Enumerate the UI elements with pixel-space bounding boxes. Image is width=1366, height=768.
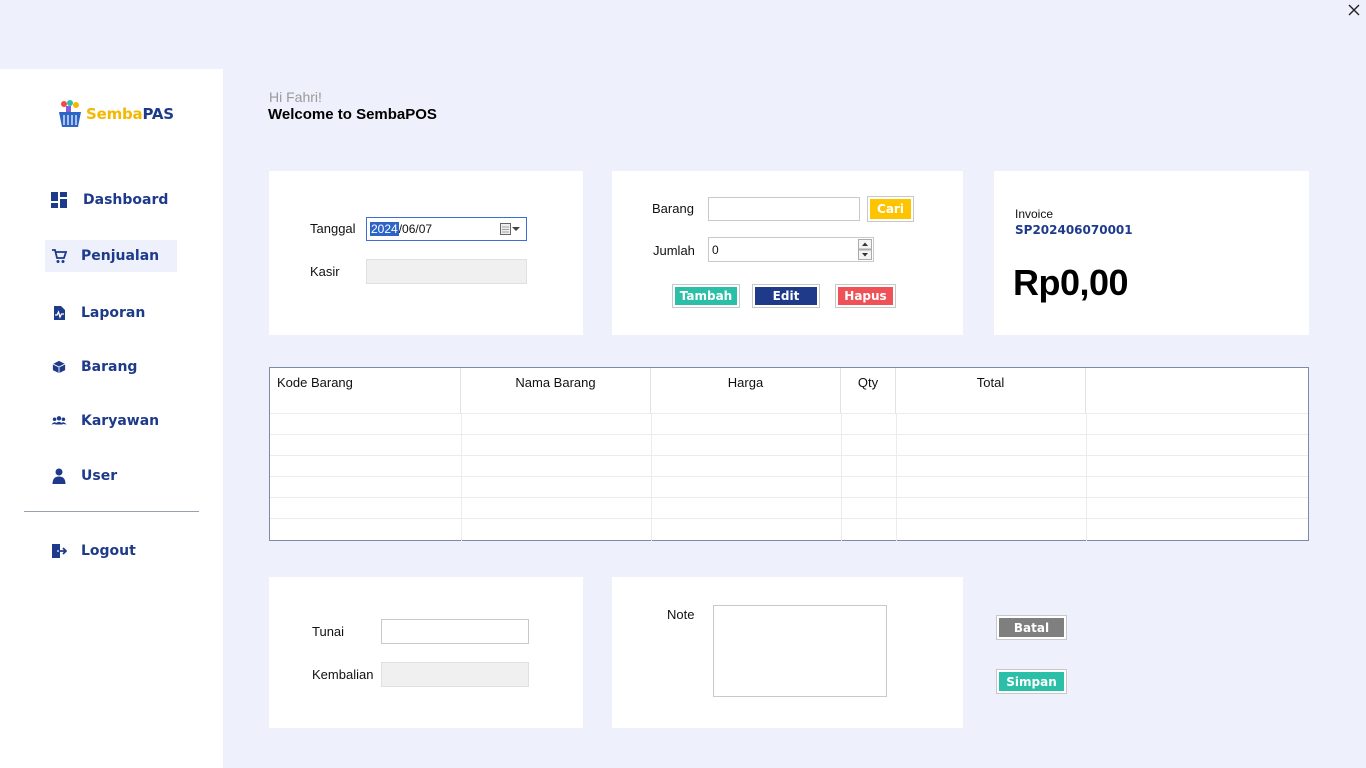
users-icon [51,413,67,429]
greeting-text: Hi Fahri! [269,89,322,105]
sidebar-item-dashboard[interactable]: Dashboard [45,184,177,216]
column-header-total[interactable]: Total [896,368,1086,413]
user-icon [51,468,67,484]
tanggal-rest: /06/07 [398,222,433,236]
barang-input[interactable] [708,197,860,221]
column-header-qty[interactable]: Qty [841,368,896,413]
tanggal-date-picker[interactable]: 2024/06/07 [366,217,527,241]
sidebar-item-karyawan[interactable]: Karyawan [45,405,177,437]
sidebar-item-label: Penjualan [81,248,160,264]
kasir-label: Kasir [310,264,340,279]
sidebar-item-user[interactable]: User [45,460,177,492]
grand-total: Rp0,00 [1013,262,1129,303]
sidebar-item-laporan[interactable]: Laporan [45,297,177,329]
report-icon [51,305,67,321]
tanggal-year-selected: 2024 [370,222,399,236]
edit-button-label: Edit [755,287,817,305]
column-divider [841,413,842,541]
box-icon [51,359,67,375]
page-title: Welcome to SembaPOS [268,106,437,123]
kembalian-field [381,662,529,687]
cari-button[interactable]: Cari [867,196,914,222]
dashboard-icon [51,192,67,208]
close-window-icon[interactable] [1346,2,1362,18]
table-row [270,455,1308,456]
spinner-arrows-icon[interactable] [858,239,872,260]
batal-button[interactable]: Batal [996,615,1067,640]
kembalian-label: Kembalian [312,667,374,682]
table-row [270,518,1308,519]
column-header-extra [1086,368,1308,413]
simpan-button-label: Simpan [999,672,1064,691]
column-header-nama-barang[interactable]: Nama Barang [461,368,651,413]
column-divider [896,413,897,541]
tanggal-label: Tanggal [310,221,356,236]
sidebar-item-label: Laporan [81,305,146,321]
cari-button-label: Cari [870,199,911,219]
simpan-button[interactable]: Simpan [996,669,1067,694]
table-row [270,434,1308,435]
invoice-card [994,171,1309,335]
tambah-button-label: Tambah [675,287,737,305]
jumlah-value: 0 [712,242,719,257]
logout-icon [51,543,67,559]
sidebar-item-penjualan[interactable]: Penjualan [45,240,177,272]
tunai-input[interactable] [381,619,529,644]
jumlah-spinner[interactable]: 0 [708,237,874,262]
sidebar-item-label: Logout [81,543,136,559]
cart-icon [51,248,67,264]
table-row [270,476,1308,477]
sidebar-item-barang[interactable]: Barang [45,351,177,383]
items-table[interactable]: Kode Barang Nama Barang Harga Qty Total [269,367,1309,541]
note-label: Note [667,607,695,622]
invoice-number: SP202406070001 [1015,223,1133,237]
column-header-kode-barang[interactable]: Kode Barang [270,368,461,413]
hapus-button-label: Hapus [838,287,893,305]
kasir-field [366,259,527,284]
column-header-harga[interactable]: Harga [651,368,841,413]
sidebar-item-label: Dashboard [83,192,169,208]
invoice-label: Invoice [1015,207,1054,221]
barang-label: Barang [652,201,694,216]
sidebar-item-label: Karyawan [81,413,160,429]
sidebar-item-label: Barang [81,359,138,375]
payment-card [269,577,583,728]
sidebar-divider [24,511,199,512]
tambah-button[interactable]: Tambah [672,284,740,308]
sidebar-item-logout[interactable]: Logout [45,535,177,567]
edit-button[interactable]: Edit [752,284,820,308]
column-divider [1086,413,1087,541]
calendar-dropdown-icon[interactable] [500,223,520,235]
app-name: SembaPAS [86,105,174,123]
app-logo: SembaPAS [58,99,174,129]
jumlah-label: Jumlah [653,243,695,258]
hapus-button[interactable]: Hapus [835,284,896,308]
sidebar-item-label: User [81,468,118,484]
table-row [270,413,1308,414]
table-row [270,497,1308,498]
note-textarea[interactable] [713,605,887,697]
basket-logo-icon [59,100,81,127]
batal-button-label: Batal [999,618,1064,637]
transaction-info-card [269,171,583,335]
column-divider [651,413,652,541]
tunai-label: Tunai [312,624,345,639]
column-divider [461,413,462,541]
